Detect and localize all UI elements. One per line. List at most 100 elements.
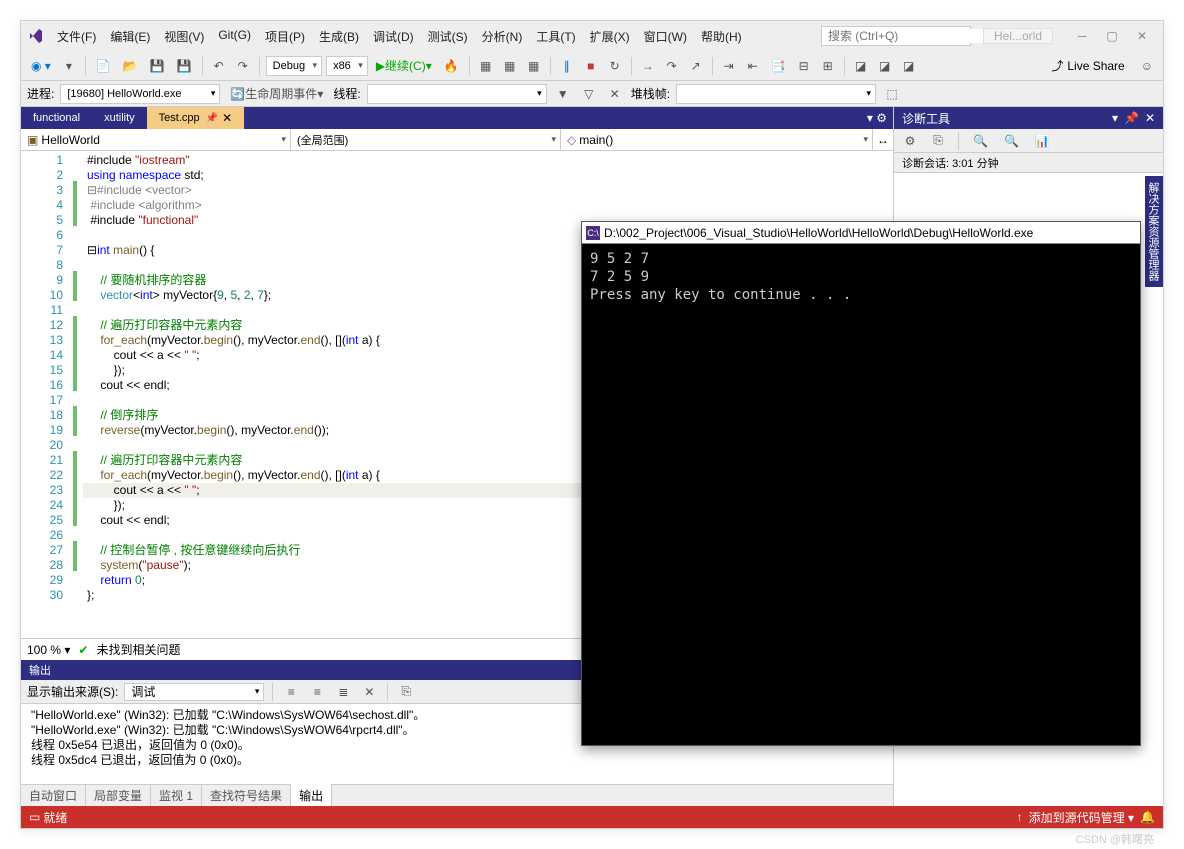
out-icon-1[interactable]: ≡ bbox=[281, 681, 301, 703]
tb2-icon-4[interactable]: ⬚ bbox=[882, 83, 902, 105]
tb-icon-d[interactable]: ⊟ bbox=[794, 55, 814, 77]
editor-tab-1[interactable]: xutility bbox=[92, 107, 147, 129]
minimize-button[interactable]: ─ bbox=[1067, 26, 1097, 46]
thread-dropdown[interactable] bbox=[367, 84, 547, 104]
diagnostics-header[interactable]: 诊断工具 ▾📌✕ bbox=[894, 107, 1163, 129]
nav-scope-dropdown[interactable]: (全局范围) bbox=[291, 129, 561, 150]
zoom-dropdown[interactable]: 100 % ▾ bbox=[27, 643, 70, 657]
pause-icon[interactable]: ∥ bbox=[557, 55, 577, 77]
bottom-tab-4[interactable]: 输出 bbox=[291, 784, 332, 806]
step-out-icon[interactable]: ↗ bbox=[686, 55, 706, 77]
tb-icon-2[interactable]: ▦ bbox=[500, 55, 520, 77]
console-window[interactable]: C:\ D:\002_Project\006_Visual_Studio\Hel… bbox=[581, 221, 1141, 746]
stack-dropdown[interactable] bbox=[676, 84, 876, 104]
tb-icon-3[interactable]: ▦ bbox=[524, 55, 544, 77]
out-icon-2[interactable]: ≡ bbox=[307, 681, 327, 703]
tb-icon-a[interactable]: ⇥ bbox=[719, 55, 739, 77]
tb2-icon-1[interactable]: ▼ bbox=[553, 83, 573, 105]
tb2-icon-2[interactable]: ▽ bbox=[579, 83, 599, 105]
config-dropdown[interactable]: Debug bbox=[266, 56, 322, 76]
diag-zoomin-icon[interactable]: 🔍 bbox=[969, 130, 992, 152]
continue-button[interactable]: ▶ 继续(C) ▾ bbox=[372, 55, 436, 77]
pin-icon[interactable]: 📌 bbox=[206, 113, 218, 124]
source-control-button[interactable]: 添加到源代码管理 ▾ bbox=[1029, 809, 1134, 826]
code-line[interactable]: #include "iostream" bbox=[83, 153, 893, 168]
save-all-icon[interactable]: 💾 bbox=[173, 55, 196, 77]
menu-extensions[interactable]: 扩展(X) bbox=[584, 24, 636, 49]
close-icon[interactable]: ✕ bbox=[222, 111, 232, 125]
diag-open-icon[interactable]: ⎘ bbox=[928, 130, 948, 152]
hot-reload-icon[interactable]: 🔥 bbox=[440, 55, 463, 77]
out-icon-3[interactable]: ≣ bbox=[333, 681, 353, 703]
tb-icon-b[interactable]: ⇤ bbox=[743, 55, 763, 77]
tb-icon-g[interactable]: ◪ bbox=[875, 55, 895, 77]
split-icon[interactable]: ↔ bbox=[873, 129, 893, 150]
code-line[interactable]: using namespace std; bbox=[83, 168, 893, 183]
diag-settings-icon[interactable]: ⚙ bbox=[900, 130, 920, 152]
tb2-icon-3[interactable]: ✕ bbox=[605, 83, 625, 105]
redo-icon[interactable]: ↷ bbox=[233, 55, 253, 77]
step-over-icon[interactable]: ↷ bbox=[662, 55, 682, 77]
process-dropdown[interactable]: [19680] HelloWorld.exe bbox=[60, 84, 220, 104]
line-number: 13 bbox=[21, 333, 63, 348]
menu-test[interactable]: 测试(S) bbox=[422, 24, 474, 49]
bottom-tab-1[interactable]: 局部变量 bbox=[86, 784, 151, 806]
diag-zoomout-icon[interactable]: 🔍 bbox=[1000, 130, 1023, 152]
search-box[interactable]: 🔍 bbox=[821, 26, 971, 46]
feedback-icon[interactable]: ☺ bbox=[1137, 55, 1157, 77]
editor-tab-2[interactable]: Test.cpp📌✕ bbox=[147, 107, 244, 129]
menu-help[interactable]: 帮助(H) bbox=[695, 24, 748, 49]
out-icon-4[interactable]: ⎘ bbox=[396, 681, 416, 703]
restart-icon[interactable]: ↻ bbox=[605, 55, 625, 77]
tb-icon-1[interactable]: ▦ bbox=[476, 55, 496, 77]
search-input[interactable] bbox=[828, 29, 983, 43]
step-into-icon[interactable]: → bbox=[638, 55, 658, 77]
console-body[interactable]: 9 5 2 7 7 2 5 9 Press any key to continu… bbox=[582, 244, 1140, 745]
menu-debug[interactable]: 调试(D) bbox=[367, 24, 420, 49]
nav-back-icon[interactable]: ◉ ▾ bbox=[27, 55, 55, 77]
menu-file[interactable]: 文件(F) bbox=[51, 24, 102, 49]
new-file-icon[interactable]: 📄 bbox=[92, 55, 115, 77]
bottom-tab-2[interactable]: 监视 1 bbox=[151, 784, 202, 806]
status-sync-icon[interactable]: 🔔 bbox=[1140, 810, 1155, 824]
tab-settings-icon[interactable]: ▾ ⚙ bbox=[861, 111, 893, 125]
diag-dropdown-icon[interactable]: ▾ bbox=[1112, 111, 1118, 125]
menu-tools[interactable]: 工具(T) bbox=[530, 24, 581, 49]
nav-fwd-icon[interactable]: ▾ bbox=[59, 55, 79, 77]
tb-icon-h[interactable]: ◪ bbox=[899, 55, 919, 77]
save-icon[interactable]: 💾 bbox=[146, 55, 169, 77]
undo-icon[interactable]: ↶ bbox=[209, 55, 229, 77]
diag-close-icon[interactable]: ✕ bbox=[1145, 111, 1155, 125]
line-number: 1 bbox=[21, 153, 63, 168]
bottom-tab-0[interactable]: 自动窗口 bbox=[21, 784, 86, 806]
menu-edit[interactable]: 编辑(E) bbox=[104, 24, 156, 49]
diag-pin-icon[interactable]: 📌 bbox=[1124, 111, 1139, 125]
menu-analyze[interactable]: 分析(N) bbox=[476, 24, 529, 49]
lifecycle-icon[interactable]: 🔄 生命周期事件 ▾ bbox=[226, 83, 327, 105]
console-titlebar[interactable]: C:\ D:\002_Project\006_Visual_Studio\Hel… bbox=[582, 222, 1140, 244]
menu-view[interactable]: 视图(V) bbox=[158, 24, 210, 49]
tb-icon-c[interactable]: 📑 bbox=[767, 55, 790, 77]
maximize-button[interactable]: ▢ bbox=[1097, 26, 1127, 46]
tb-icon-f[interactable]: ◪ bbox=[851, 55, 871, 77]
menu-project[interactable]: 项目(P) bbox=[259, 24, 311, 49]
tb-icon-e[interactable]: ⊞ bbox=[818, 55, 838, 77]
nav-member-dropdown[interactable]: ◇ main() bbox=[561, 129, 873, 150]
live-share-button[interactable]: ⤴Live Share bbox=[1043, 57, 1132, 74]
stop-icon[interactable]: ■ bbox=[581, 55, 601, 77]
output-source-dropdown[interactable]: 调试 bbox=[124, 683, 264, 701]
menu-window[interactable]: 窗口(W) bbox=[638, 24, 693, 49]
open-icon[interactable]: 📂 bbox=[119, 55, 142, 77]
code-line[interactable]: ⊟#include <vector> bbox=[83, 183, 893, 198]
code-line[interactable]: #include <algorithm> bbox=[83, 198, 893, 213]
menu-build[interactable]: 生成(B) bbox=[313, 24, 365, 49]
nav-project-dropdown[interactable]: ▣ HelloWorld bbox=[21, 129, 291, 150]
bottom-tab-3[interactable]: 查找符号结果 bbox=[202, 784, 291, 806]
menu-git[interactable]: Git(G) bbox=[212, 24, 257, 49]
editor-tab-0[interactable]: functional bbox=[21, 107, 92, 129]
out-clear-icon[interactable]: ✕ bbox=[359, 681, 379, 703]
solution-explorer-tab[interactable]: 解决方案资源管理器 bbox=[1145, 176, 1163, 287]
close-button[interactable]: ✕ bbox=[1127, 26, 1157, 46]
platform-dropdown[interactable]: x86 bbox=[326, 56, 368, 76]
diag-chart-icon[interactable]: 📊 bbox=[1031, 130, 1054, 152]
